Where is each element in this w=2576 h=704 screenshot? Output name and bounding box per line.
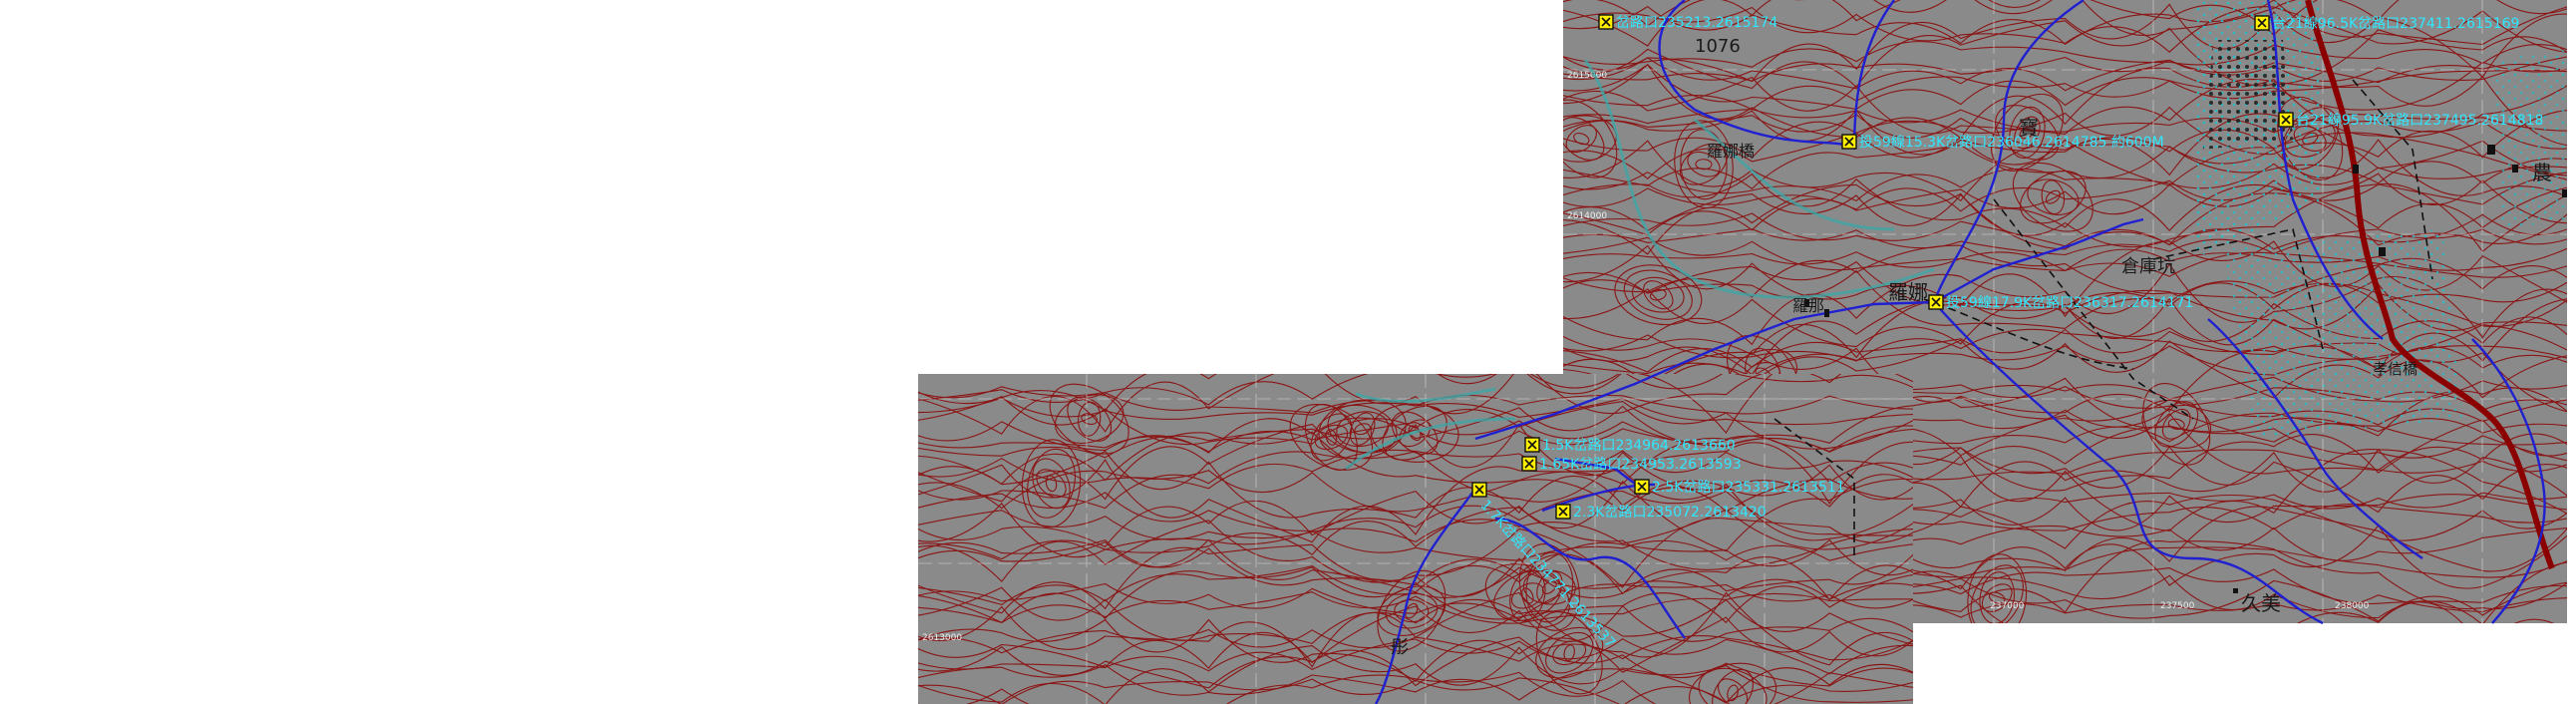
place-name: 倉庫坑	[2121, 256, 2175, 277]
place-name: 久美	[2241, 591, 2281, 615]
place-name: 羅娜橋	[1707, 142, 1755, 161]
waypoint-label: 2.3K岔路口235072.2613420	[1573, 505, 1767, 521]
place-name: 農	[2532, 161, 2552, 184]
grid-label: 2613000	[922, 633, 962, 643]
grid-label: 238000	[2335, 601, 2370, 611]
waypoint[interactable]: 台21線96.5K岔路口237411.2615169	[2254, 15, 2519, 32]
waypoint[interactable]: 岔路口235213.2615174	[1598, 14, 1777, 31]
waypoint-label: 1.5K岔路口234964.2613660	[1542, 438, 1736, 454]
map-tile-lower	[918, 374, 1913, 704]
place-name: 羅娜	[1888, 280, 1928, 304]
waypoint[interactable]: 投59線17.9K岔路口236317.2614171	[1928, 294, 2193, 311]
waypoint-label: 岔路口235213.2615174	[1616, 15, 1777, 31]
place-name: 彤	[1391, 637, 1409, 658]
place-name: 羅那	[1792, 296, 1824, 315]
waypoint[interactable]: 2.5K岔路口235331.2613511	[1634, 479, 1845, 496]
grid-label: 2614000	[1567, 211, 1607, 221]
waypoint[interactable]: 1.65K岔路口234953.2613593	[1521, 456, 1742, 473]
waypoint-label: 投59線17.9K岔路口236317.2614171	[1946, 295, 2193, 311]
waypoint-label: 2.5K岔路口235331.2613511	[1652, 480, 1845, 496]
elevation-label: 1076	[1695, 36, 1741, 57]
place-name: 孝信橋	[2373, 360, 2417, 378]
grid-label: 2615000	[1567, 71, 1607, 81]
grid-label: 237000	[1990, 601, 2025, 611]
waypoint[interactable]: 1.5K岔路口234964.2613660	[1524, 437, 1736, 454]
topographic-map[interactable]: 2615000 2614000 2613000 237000 237500 23…	[0, 0, 2576, 704]
waypoint[interactable]: 2.3K岔路口235072.2613420	[1555, 504, 1767, 521]
waypoint-label: 台21線95.9K岔路口237495.2614818	[2296, 113, 2543, 129]
waypoint[interactable]: 投59線15.3K岔路口236046.2614785 約600M	[1841, 134, 2164, 151]
waypoint-label: 投59線15.3K岔路口236046.2614785 約600M	[1859, 135, 2164, 151]
waypoint-label: 1.65K岔路口234953.2613593	[1539, 457, 1742, 473]
waypoint-label: 台21線96.5K岔路口237411.2615169	[2272, 16, 2519, 32]
waypoint[interactable]: 台21線95.9K岔路口237495.2614818	[2278, 112, 2543, 129]
grid-label: 237500	[2160, 601, 2195, 611]
